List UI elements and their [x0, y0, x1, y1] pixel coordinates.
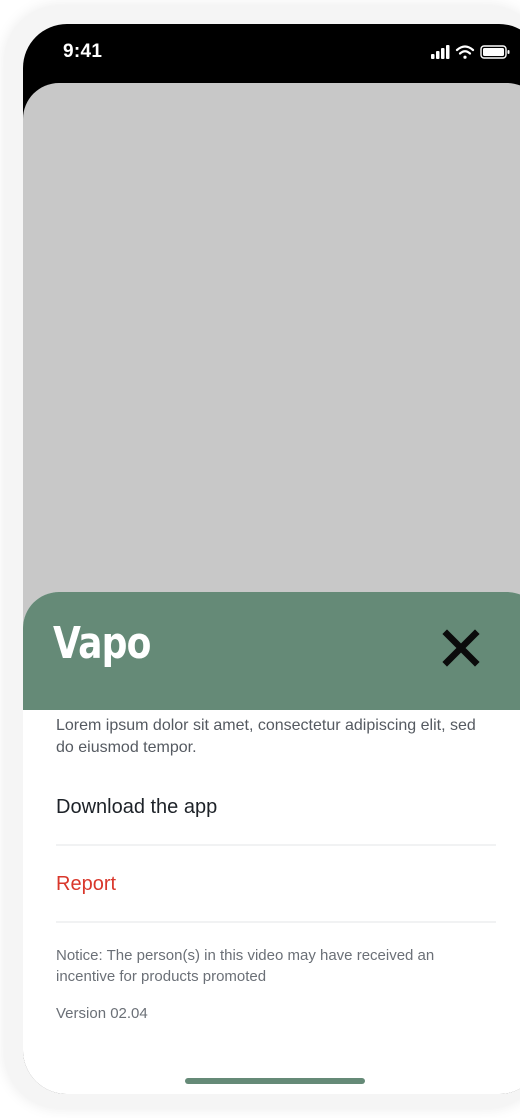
divider: [56, 844, 496, 846]
status-bar: 9:41: [23, 24, 520, 84]
signal-icon: [431, 45, 450, 59]
status-icons-svg: [431, 45, 510, 59]
phone-screen: 9:41 Vapo Lorem ipsum dolor sit amet, co…: [23, 24, 520, 1094]
download-app-link[interactable]: Download the app: [56, 796, 496, 819]
notice-text: Notice: The person(s) in this video may …: [56, 947, 435, 985]
canvas: 9:41 Vapo Lorem ipsum dolor sit amet, co…: [0, 0, 520, 1118]
home-indicator[interactable]: [185, 1078, 365, 1084]
phone-frame: 9:41 Vapo Lorem ipsum dolor sit amet, co…: [4, 5, 520, 1109]
close-icon: [442, 629, 480, 667]
description-text: Lorem ipsum dolor sit amet, consectetur …: [56, 717, 476, 756]
sheet-header: Vapo: [23, 592, 520, 710]
version-text: Version 02.04: [56, 1005, 148, 1022]
bottom-sheet: Vapo Lorem ipsum dolor sit amet, consect…: [23, 592, 520, 1094]
close-button[interactable]: [441, 628, 481, 668]
status-time: 9:41: [63, 41, 103, 62]
brand-logo: Vapo: [53, 618, 151, 669]
battery-icon: [480, 45, 510, 59]
status-icons: [431, 44, 513, 60]
divider: [56, 921, 496, 923]
report-link[interactable]: Report: [56, 873, 496, 896]
wifi-icon: [455, 45, 475, 59]
